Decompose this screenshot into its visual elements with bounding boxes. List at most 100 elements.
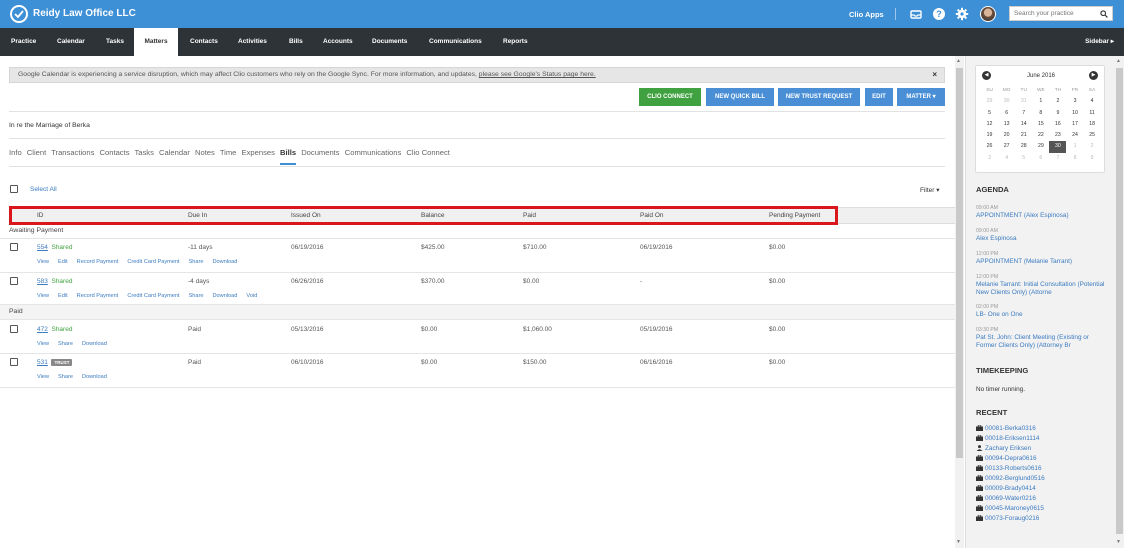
view-link[interactable]: View bbox=[37, 293, 49, 299]
main-scrollbar[interactable]: ▲ ▼ bbox=[955, 56, 964, 548]
nav-activities[interactable]: Activities bbox=[237, 28, 268, 56]
agenda-item-label[interactable]: Melanie Tarrant: Initial Consultation (P… bbox=[976, 281, 1111, 297]
calendar-day[interactable]: 4 bbox=[998, 153, 1015, 164]
tab-time[interactable]: Time bbox=[220, 148, 237, 157]
select-all-link[interactable]: Select All bbox=[30, 186, 57, 193]
recent-item-label[interactable]: 00092-Berglund0516 bbox=[985, 475, 1045, 482]
scroll-down-icon[interactable]: ▼ bbox=[1116, 539, 1121, 545]
recent-item-label[interactable]: 00045-Maroney0615 bbox=[985, 505, 1044, 512]
search-box[interactable] bbox=[1009, 6, 1113, 21]
edit-link[interactable]: Edit bbox=[58, 259, 68, 265]
calendar-day[interactable]: 14 bbox=[1015, 119, 1032, 130]
recent-item[interactable]: 00081-Berka0316 bbox=[976, 425, 1036, 432]
settings-gear-icon[interactable] bbox=[955, 7, 969, 21]
calendar-day[interactable]: 3 bbox=[1066, 96, 1083, 107]
share-link[interactable]: Share bbox=[58, 341, 73, 347]
recent-item-label[interactable]: 00069-Water0216 bbox=[985, 495, 1036, 502]
share-link[interactable]: Share bbox=[58, 374, 73, 380]
calendar-day[interactable]: 31 bbox=[1015, 96, 1032, 107]
nav-documents[interactable]: Documents bbox=[371, 28, 408, 56]
tab-client[interactable]: Client bbox=[27, 148, 46, 157]
download-link[interactable]: Download bbox=[82, 374, 107, 380]
calendar-day[interactable]: 9 bbox=[1049, 108, 1066, 119]
view-link[interactable]: View bbox=[37, 341, 49, 347]
nav-communications[interactable]: Communications bbox=[428, 28, 483, 56]
recent-item-label[interactable]: 00081-Berka0316 bbox=[985, 425, 1036, 432]
nav-contacts[interactable]: Contacts bbox=[189, 28, 219, 56]
clio-logo-icon[interactable] bbox=[10, 5, 28, 23]
alert-close-icon[interactable]: × bbox=[932, 68, 937, 82]
recent-item[interactable]: 00073-Foraug0216 bbox=[976, 515, 1039, 522]
calendar-day[interactable]: 17 bbox=[1066, 119, 1083, 130]
edit-matter-button[interactable]: EDIT bbox=[865, 88, 893, 106]
nav-matters[interactable]: Matters bbox=[134, 28, 178, 56]
agenda-item-label[interactable]: Alex Espinosa bbox=[976, 235, 1111, 243]
agenda-item[interactable]: 09:00 AM Alex Espinosa bbox=[976, 227, 1111, 243]
void-link[interactable]: Void bbox=[246, 293, 257, 299]
agenda-item-label[interactable]: APPOINTMENT (Melanie Tarrant) bbox=[976, 258, 1111, 266]
firm-name[interactable]: Reidy Law Office LLC bbox=[33, 8, 136, 19]
calendar-day[interactable]: 13 bbox=[998, 119, 1015, 130]
agenda-item[interactable]: 12:00 PM Melanie Tarrant: Initial Consul… bbox=[976, 273, 1111, 297]
calendar-day[interactable]: 2 bbox=[1049, 96, 1066, 107]
recent-item[interactable]: Zachary Eriksen bbox=[976, 445, 1031, 452]
recent-item[interactable]: 00045-Maroney0615 bbox=[976, 505, 1044, 512]
user-avatar[interactable] bbox=[980, 6, 996, 22]
agenda-item[interactable]: 12:00 PM APPOINTMENT (Melanie Tarrant) bbox=[976, 250, 1111, 266]
share-link[interactable]: Share bbox=[189, 259, 204, 265]
sidebar-scrollbar[interactable]: ▲ ▼ bbox=[1115, 56, 1124, 548]
calendar-day[interactable]: 4 bbox=[1084, 96, 1101, 107]
select-all-checkbox[interactable] bbox=[10, 185, 18, 193]
download-link[interactable]: Download bbox=[82, 341, 107, 347]
calendar-day[interactable]: 23 bbox=[1049, 130, 1066, 141]
nav-calendar[interactable]: Calendar bbox=[56, 28, 86, 56]
tab-contacts[interactable]: Contacts bbox=[100, 148, 130, 157]
new-quick-bill-button[interactable]: NEW QUICK BILL bbox=[706, 88, 774, 106]
record-payment-link[interactable]: Record Payment bbox=[77, 259, 119, 265]
clio-connect-button[interactable]: CLIO CONNECT bbox=[639, 88, 701, 106]
alert-status-link[interactable]: please see Google's Status page here. bbox=[479, 71, 596, 78]
recent-item[interactable]: 00133-Roberts0616 bbox=[976, 465, 1042, 472]
tab-info[interactable]: Info bbox=[9, 148, 22, 157]
scroll-up-icon[interactable]: ▲ bbox=[1116, 58, 1121, 64]
view-link[interactable]: View bbox=[37, 374, 49, 380]
calendar-day[interactable]: 19 bbox=[981, 130, 998, 141]
recent-item-label[interactable]: 00133-Roberts0616 bbox=[985, 465, 1042, 472]
share-link[interactable]: Share bbox=[189, 293, 204, 299]
tab-calendar[interactable]: Calendar bbox=[159, 148, 190, 157]
calendar-day[interactable]: 3 bbox=[981, 153, 998, 164]
calendar-day[interactable]: 8 bbox=[1032, 108, 1049, 119]
matter-menu-button[interactable]: MATTER ▾ bbox=[897, 88, 945, 106]
calendar-day[interactable]: 10 bbox=[1066, 108, 1083, 119]
tab-transactions[interactable]: Transactions bbox=[51, 148, 94, 157]
row-checkbox[interactable] bbox=[10, 325, 18, 333]
tab-bills[interactable]: Bills bbox=[280, 148, 297, 165]
nav-accounts[interactable]: Accounts bbox=[322, 28, 354, 56]
calendar-day[interactable]: 21 bbox=[1015, 130, 1032, 141]
tab-notes[interactable]: Notes bbox=[195, 148, 215, 157]
calendar-day[interactable]: 15 bbox=[1032, 119, 1049, 130]
agenda-item-label[interactable]: Pat St. John: Client Meeting (Existing o… bbox=[976, 334, 1111, 350]
download-link[interactable]: Download bbox=[213, 259, 238, 265]
calendar-day[interactable]: 5 bbox=[981, 108, 998, 119]
view-link[interactable]: View bbox=[37, 259, 49, 265]
agenda-item-label[interactable]: APPOINTMENT (Alex Espinosa) bbox=[976, 212, 1111, 220]
calendar-day[interactable]: 1 bbox=[1066, 141, 1083, 152]
calendar-day[interactable]: 12 bbox=[981, 119, 998, 130]
record-payment-link[interactable]: Record Payment bbox=[77, 293, 119, 299]
recent-item-label[interactable]: 00094-Depra0616 bbox=[985, 455, 1037, 462]
row-checkbox[interactable] bbox=[10, 358, 18, 366]
calendar-day[interactable]: 6 bbox=[1032, 153, 1049, 164]
calendar-day[interactable]: 30 bbox=[998, 96, 1015, 107]
credit-card-payment-link[interactable]: Credit Card Payment bbox=[127, 259, 179, 265]
calendar-day[interactable]: 26 bbox=[981, 141, 998, 152]
calendar-day[interactable]: 29 bbox=[1032, 141, 1049, 152]
recent-item-label[interactable]: 00073-Foraug0216 bbox=[985, 515, 1039, 522]
nav-practice[interactable]: Practice bbox=[10, 28, 37, 56]
calendar-day[interactable]: 27 bbox=[998, 141, 1015, 152]
recent-item[interactable]: 00009-Brady0414 bbox=[976, 485, 1036, 492]
help-icon[interactable]: ? bbox=[932, 7, 946, 21]
agenda-item[interactable]: 09:00 AM APPOINTMENT (Alex Espinosa) bbox=[976, 204, 1111, 220]
calendar-day[interactable]: 24 bbox=[1066, 130, 1083, 141]
calendar-day[interactable]: 28 bbox=[1015, 141, 1032, 152]
